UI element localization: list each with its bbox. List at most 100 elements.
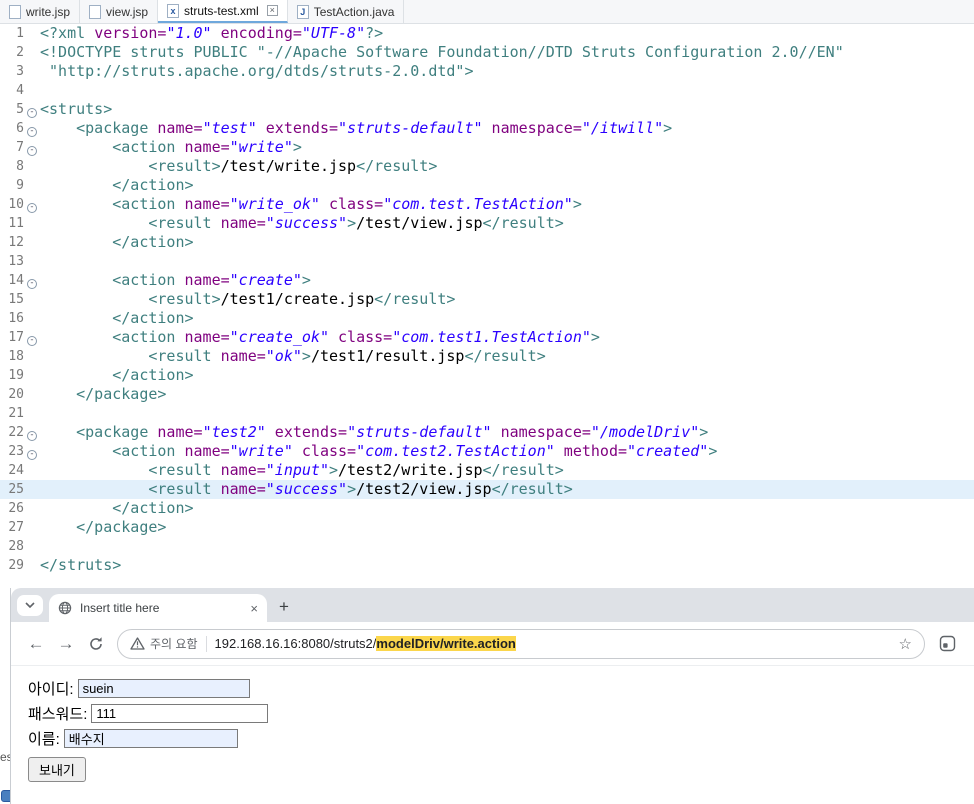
line-number: 4 (16, 83, 24, 98)
fold-column[interactable]: - (24, 271, 40, 290)
code-line-17[interactable]: 17- <action name="create_ok" class="com.… (0, 328, 974, 347)
fold-column[interactable]: - (24, 195, 40, 214)
code-text: <?xml version="1.0" encoding="UTF-8"?> (40, 24, 384, 42)
file-type-icon (89, 4, 102, 19)
code-text: </struts> (40, 556, 122, 574)
fold-collapse-icon[interactable]: - (27, 278, 37, 289)
editor-tab-view.jsp[interactable]: view.jsp (80, 0, 159, 23)
file-type-icon (9, 4, 21, 19)
code-text: "http://struts.apache.org/dtds/struts-2.… (40, 62, 474, 80)
editor-tab-TestAction.java[interactable]: J TestAction.java (287, 0, 405, 23)
code-line-16[interactable]: 16 </action> (0, 309, 974, 328)
page-content: 아이디: 패스워드: 이름: 보내기 (11, 666, 974, 804)
file-type-icon: J (296, 4, 309, 19)
code-line-14[interactable]: 14- <action name="create"> (0, 271, 974, 290)
code-line-25[interactable]: 25 <result name="success">/test2/view.js… (0, 480, 974, 499)
line-number: 8 (16, 159, 24, 174)
line-number: 18 (8, 349, 24, 364)
line-number: 17 (8, 330, 24, 345)
bookmark-star-icon[interactable]: ☆ (899, 635, 912, 653)
editor-tabbar: write.jsp view.jsp x struts-test.xml × J TestA… (0, 0, 974, 24)
code-line-19[interactable]: 19 </action> (0, 366, 974, 385)
field-input-1[interactable] (91, 704, 269, 723)
code-area: 1 <?xml version="1.0" encoding="UTF-8"?> 2… (0, 24, 974, 588)
code-line-12[interactable]: 12 </action> (0, 233, 974, 252)
back-button[interactable]: ← (21, 634, 51, 654)
fold-collapse-icon[interactable]: - (27, 430, 37, 441)
code-line-5[interactable]: 5- <struts> (0, 100, 974, 119)
fold-collapse-icon[interactable]: - (27, 202, 37, 213)
code-line-26[interactable]: 26 </action> (0, 499, 974, 518)
editor-tab-write.jsp[interactable]: write.jsp (0, 0, 81, 23)
code-text: </action> (40, 309, 194, 327)
fold-collapse-icon[interactable]: - (27, 449, 37, 460)
code-line-29[interactable]: 29 </struts> (0, 556, 974, 575)
tab-search-button[interactable] (17, 594, 43, 616)
fold-column[interactable]: - (24, 328, 40, 347)
code-line-18[interactable]: 18 <result name="ok">/test1/result.jsp</… (0, 347, 974, 366)
extensions-icon[interactable] (939, 635, 956, 652)
code-line-7[interactable]: 7- <action name="write"> (0, 138, 974, 157)
editor-tab-struts-test.xml[interactable]: x struts-test.xml × (158, 0, 288, 23)
code-text: <result name="success">/test/view.jsp</r… (40, 214, 564, 232)
field-label: 패스워드: (28, 706, 88, 723)
field-input-0[interactable] (77, 679, 250, 698)
code-line-11[interactable]: 11 <result name="success">/test/view.jsp… (0, 214, 974, 233)
form-row: 아이디: (28, 678, 974, 699)
code-line-8[interactable]: 8 <result>/test/write.jsp</result> (0, 157, 974, 176)
submit-button[interactable]: 보내기 (28, 757, 86, 782)
code-line-28[interactable]: 28 (0, 537, 974, 556)
close-tab-icon[interactable]: × (250, 601, 258, 616)
fold-column[interactable]: - (24, 138, 40, 157)
address-bar[interactable]: 주의 요함 192.168.16.16:8080/struts2/modelDr… (117, 628, 925, 659)
forward-button[interactable]: → (51, 634, 81, 654)
code-line-9[interactable]: 9 </action> (0, 176, 974, 195)
reload-button[interactable] (81, 636, 111, 652)
screen: write.jsp view.jsp x struts-test.xml × J TestA… (0, 0, 974, 804)
code-line-21[interactable]: 21 (0, 404, 974, 423)
security-chip[interactable]: 주의 요함 (130, 635, 198, 652)
form-area: 아이디: 패스워드: 이름: (28, 678, 974, 749)
fold-collapse-icon[interactable]: - (27, 126, 37, 137)
code-line-3[interactable]: 3 "http://struts.apache.org/dtds/struts-… (0, 62, 974, 81)
fold-collapse-icon[interactable]: - (27, 107, 37, 118)
fold-collapse-icon[interactable]: - (27, 145, 37, 156)
browser-tabstrip: Insert title here × + (11, 588, 974, 622)
field-label: 아이디: (28, 681, 74, 698)
code-line-23[interactable]: 23- <action name="write" class="com.test… (0, 442, 974, 461)
code-line-20[interactable]: 20 </package> (0, 385, 974, 404)
line-number: 9 (16, 178, 24, 193)
code-text: <action name="create"> (40, 271, 311, 289)
code-line-15[interactable]: 15 <result>/test1/create.jsp</result> (0, 290, 974, 309)
code-line-4[interactable]: 4 (0, 81, 974, 100)
field-label: 이름: (28, 731, 60, 748)
warning-triangle-icon (130, 637, 145, 650)
code-line-24[interactable]: 24 <result name="input">/test2/write.jsp… (0, 461, 974, 480)
line-number: 23 (8, 444, 24, 459)
code-line-1[interactable]: 1 <?xml version="1.0" encoding="UTF-8"?> (0, 24, 974, 43)
code-text: <result name="ok">/test1/result.jsp</res… (40, 347, 546, 365)
line-number: 11 (8, 216, 24, 231)
code-line-22[interactable]: 22- <package name="test2" extends="strut… (0, 423, 974, 442)
code-line-10[interactable]: 10- <action name="write_ok" class="com.t… (0, 195, 974, 214)
fold-column[interactable]: - (24, 423, 40, 442)
browser-toolbar: ← → 주의 요함 192.168.16.16:8080/struts2/mod… (11, 622, 974, 666)
fold-column[interactable]: - (24, 442, 40, 461)
line-number: 26 (8, 501, 24, 516)
code-text: <result>/test/write.jsp</result> (40, 157, 438, 175)
fold-collapse-icon[interactable]: - (27, 335, 37, 346)
fold-column[interactable]: - (24, 100, 40, 119)
code-line-27[interactable]: 27 </package> (0, 518, 974, 537)
close-editor-tab-icon[interactable]: × (266, 5, 278, 16)
form-row: 이름: (28, 728, 974, 749)
new-tab-button[interactable]: + (279, 597, 289, 617)
code-text: </package> (40, 385, 167, 403)
browser-tab[interactable]: Insert title here × (49, 594, 267, 622)
code-line-2[interactable]: 2 <!DOCTYPE struts PUBLIC "-//Apache Soft… (0, 43, 974, 62)
fold-column[interactable]: - (24, 119, 40, 138)
line-number: 6 (16, 121, 24, 136)
code-line-6[interactable]: 6- <package name="test" extends="struts-… (0, 119, 974, 138)
field-input-2[interactable] (63, 729, 238, 748)
security-label: 주의 요함 (150, 637, 198, 651)
code-line-13[interactable]: 13 (0, 252, 974, 271)
